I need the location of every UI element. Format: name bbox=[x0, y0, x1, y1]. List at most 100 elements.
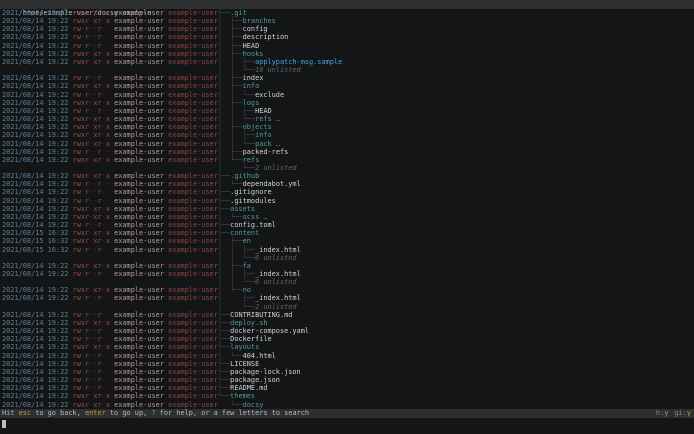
file-name[interactable]: HEAD bbox=[243, 42, 260, 50]
tree-row[interactable]: 2021/08/14 19:22 rw-r--r-- example-user … bbox=[2, 270, 694, 278]
file-name[interactable]: themes bbox=[230, 392, 255, 400]
file-name[interactable]: .github bbox=[230, 172, 259, 180]
tree-row[interactable]: │ │ └──6 unlisted bbox=[2, 254, 694, 262]
file-name[interactable]: info bbox=[243, 82, 260, 90]
file-name[interactable]: .gitignore bbox=[230, 188, 272, 196]
tree-row[interactable]: 2021/08/14 19:22 rwxr-xr-x example-user … bbox=[2, 115, 694, 123]
tree-row[interactable]: 2021/08/14 19:22 rwxr-xr-x example-user … bbox=[2, 401, 694, 409]
tree-row[interactable]: 2021/08/15 16:32 rwxr-xr-x example-user … bbox=[2, 229, 694, 237]
file-name[interactable]: info bbox=[255, 131, 272, 139]
tree-row[interactable]: 2021/08/14 19:22 rwxr-xr-x example-user … bbox=[2, 17, 694, 25]
file-name[interactable]: assets bbox=[230, 205, 255, 213]
tree-row[interactable]: │ └──2 unlisted bbox=[2, 303, 694, 311]
tree-row[interactable]: 2021/08/14 19:22 rwxr-xr-x example-user … bbox=[2, 9, 694, 17]
file-name[interactable]: _index.html bbox=[255, 270, 301, 278]
tree-row[interactable]: 2021/08/14 19:22 rw-r--r-- example-user … bbox=[2, 42, 694, 50]
tree-row[interactable]: 2021/08/14 19:22 rw-r--r-- example-user … bbox=[2, 188, 694, 196]
permissions: rw-r--r-- bbox=[72, 294, 110, 303]
tree-row[interactable]: 2021/08/14 19:22 rwxr-xr-x example-user … bbox=[2, 343, 694, 351]
file-name[interactable]: fa bbox=[243, 262, 251, 270]
file-name[interactable]: description bbox=[243, 33, 289, 41]
tree-row[interactable]: 2021/08/14 19:22 rw-r--r-- example-user … bbox=[2, 294, 694, 302]
group-name: example-user bbox=[168, 237, 218, 246]
file-name[interactable]: 404.html bbox=[243, 352, 276, 360]
tree-row[interactable]: 2021/08/14 19:22 rw-r--r-- example-user … bbox=[2, 327, 694, 335]
tree-row[interactable]: 2021/08/14 19:22 rw-r--r-- example-user … bbox=[2, 74, 694, 82]
tree-row[interactable]: 2021/08/14 19:22 rwxr-xr-x example-user … bbox=[2, 213, 694, 221]
tree-row[interactable]: 2021/08/14 19:22 rw-r--r-- example-user … bbox=[2, 368, 694, 376]
tree-row[interactable]: 2021/08/14 19:22 rw-r--r-- example-user … bbox=[2, 384, 694, 392]
tree-row[interactable]: 2021/08/14 19:22 rwxr-xr-x example-user … bbox=[2, 156, 694, 164]
file-name[interactable]: LICENSE bbox=[230, 360, 259, 368]
status-text: Hit bbox=[2, 409, 19, 417]
file-name[interactable]: refs bbox=[243, 156, 260, 164]
tree-row[interactable]: 2021/08/15 16:32 rw-r--r-- example-user … bbox=[2, 246, 694, 254]
tree-row[interactable]: 2021/08/14 19:22 rw-r--r-- example-user … bbox=[2, 311, 694, 319]
file-name[interactable]: applypatch-msg.sample bbox=[255, 58, 342, 66]
tree-row[interactable]: │ │ └──10 unlisted bbox=[2, 66, 694, 74]
file-meta: 2021/08/14 19:22 rwxr-xr-x example-user … bbox=[2, 286, 218, 294]
file-name[interactable]: pack bbox=[255, 140, 272, 148]
tree-row[interactable]: 2021/08/14 19:22 rw-r--r-- example-user … bbox=[2, 148, 694, 156]
file-name[interactable]: en bbox=[243, 237, 251, 245]
file-name[interactable]: package-lock.json bbox=[230, 368, 301, 376]
file-name[interactable]: config.toml bbox=[230, 221, 276, 229]
tree-row[interactable]: 2021/08/14 19:22 rw-r--r-- example-user … bbox=[2, 376, 694, 384]
tree-row[interactable]: 2021/08/15 16:32 rwxr-xr-x example-user … bbox=[2, 237, 694, 245]
tree-row[interactable]: 2021/08/14 19:22 rwxr-xr-x example-user … bbox=[2, 123, 694, 131]
file-name[interactable]: README.md bbox=[230, 384, 267, 392]
tree-row[interactable]: 2021/08/14 19:22 rwxr-xr-x example-user … bbox=[2, 392, 694, 400]
file-name[interactable]: exclude bbox=[255, 91, 284, 99]
file-name[interactable]: scss bbox=[243, 213, 260, 221]
tree-row[interactable]: 2021/08/14 19:22 rwxr-xr-x example-user … bbox=[2, 319, 694, 327]
tree-row[interactable]: │ │ └──6 unlisted bbox=[2, 278, 694, 286]
tree-row[interactable]: 2021/08/14 19:22 rwxr-xr-x example-user … bbox=[2, 131, 694, 139]
tree-row[interactable]: 2021/08/14 19:22 rwxr-xr-x example-user … bbox=[2, 262, 694, 270]
tree-row[interactable]: 2021/08/14 19:22 rw-r--r-- example-user … bbox=[2, 91, 694, 99]
tree-row[interactable]: 2021/08/14 19:22 rwxr-xr-x example-user … bbox=[2, 58, 694, 66]
file-name[interactable]: deploy.sh bbox=[230, 319, 267, 327]
tree-row[interactable]: 2021/08/14 19:22 rw-r--r-- example-user … bbox=[2, 221, 694, 229]
group-name: example-user bbox=[168, 221, 218, 230]
file-name[interactable]: logs bbox=[243, 99, 260, 107]
permissions: rw-r--r-- bbox=[72, 335, 110, 344]
tree-row[interactable]: 2021/08/14 19:22 rwxr-xr-x example-user … bbox=[2, 82, 694, 90]
file-name[interactable]: _index.html bbox=[255, 294, 301, 302]
group-name: example-user bbox=[168, 25, 218, 34]
file-name[interactable]: docsy bbox=[243, 401, 264, 409]
permissions: rwxr-xr-x bbox=[72, 237, 110, 246]
group-name: example-user bbox=[168, 400, 218, 409]
tree-row[interactable]: 2021/08/14 19:22 rw-r--r-- example-user … bbox=[2, 197, 694, 205]
file-name[interactable]: objects bbox=[243, 123, 272, 131]
tree-row[interactable]: │ └──2 unlisted bbox=[2, 164, 694, 172]
file-name[interactable]: layouts bbox=[230, 343, 259, 351]
tree-row[interactable]: 2021/08/14 19:22 rwxr-xr-x example-user … bbox=[2, 140, 694, 148]
file-name[interactable]: _index.html bbox=[255, 246, 301, 254]
tree-row[interactable]: 2021/08/14 19:22 rwxr-xr-x example-user … bbox=[2, 172, 694, 180]
file-name[interactable]: .git bbox=[230, 9, 247, 17]
file-name[interactable]: docker-compose.yaml bbox=[230, 327, 309, 335]
tree-row[interactable]: 2021/08/14 19:22 rwxr-xr-x example-user … bbox=[2, 50, 694, 58]
group-name: example-user bbox=[168, 270, 218, 278]
tree-row[interactable]: 2021/08/14 19:22 rw-r--r-- example-user … bbox=[2, 33, 694, 41]
tree-row[interactable]: 2021/08/14 19:22 rw-r--r-- example-user … bbox=[2, 335, 694, 343]
file-name[interactable]: branches bbox=[243, 17, 276, 25]
file-name[interactable]: .gitmodules bbox=[230, 197, 276, 205]
tree-row[interactable]: 2021/08/14 19:22 rw-r--r-- example-user … bbox=[2, 180, 694, 188]
search-input-line[interactable] bbox=[0, 418, 694, 434]
tree-row[interactable]: 2021/08/14 19:22 rwxr-xr-x example-user … bbox=[2, 99, 694, 107]
permissions: rw-r--r-- bbox=[72, 106, 110, 115]
file-name[interactable]: HEAD bbox=[255, 107, 272, 115]
tree-row[interactable]: 2021/08/14 19:22 rwxr-xr-x example-user … bbox=[2, 205, 694, 213]
tree-row[interactable]: 2021/08/14 19:22 rw-r--r-- example-user … bbox=[2, 360, 694, 368]
tree-row[interactable]: 2021/08/14 19:22 rwxr-xr-x example-user … bbox=[2, 286, 694, 294]
file-name[interactable]: packed-refs bbox=[243, 148, 289, 156]
file-name[interactable]: package.json bbox=[230, 376, 280, 384]
file-name[interactable]: refs bbox=[255, 115, 272, 123]
tree-row[interactable]: 2021/08/14 19:22 rw-r--r-- example-user … bbox=[2, 352, 694, 360]
tree-row[interactable]: 2021/08/14 19:22 rw-r--r-- example-user … bbox=[2, 107, 694, 115]
tree-row[interactable]: 2021/08/14 19:22 rw-r--r-- example-user … bbox=[2, 25, 694, 33]
file-name[interactable]: CONTRIBUTING.md bbox=[230, 311, 292, 319]
flag-h: h:y bbox=[656, 409, 668, 417]
file-name[interactable]: hooks bbox=[243, 50, 264, 58]
